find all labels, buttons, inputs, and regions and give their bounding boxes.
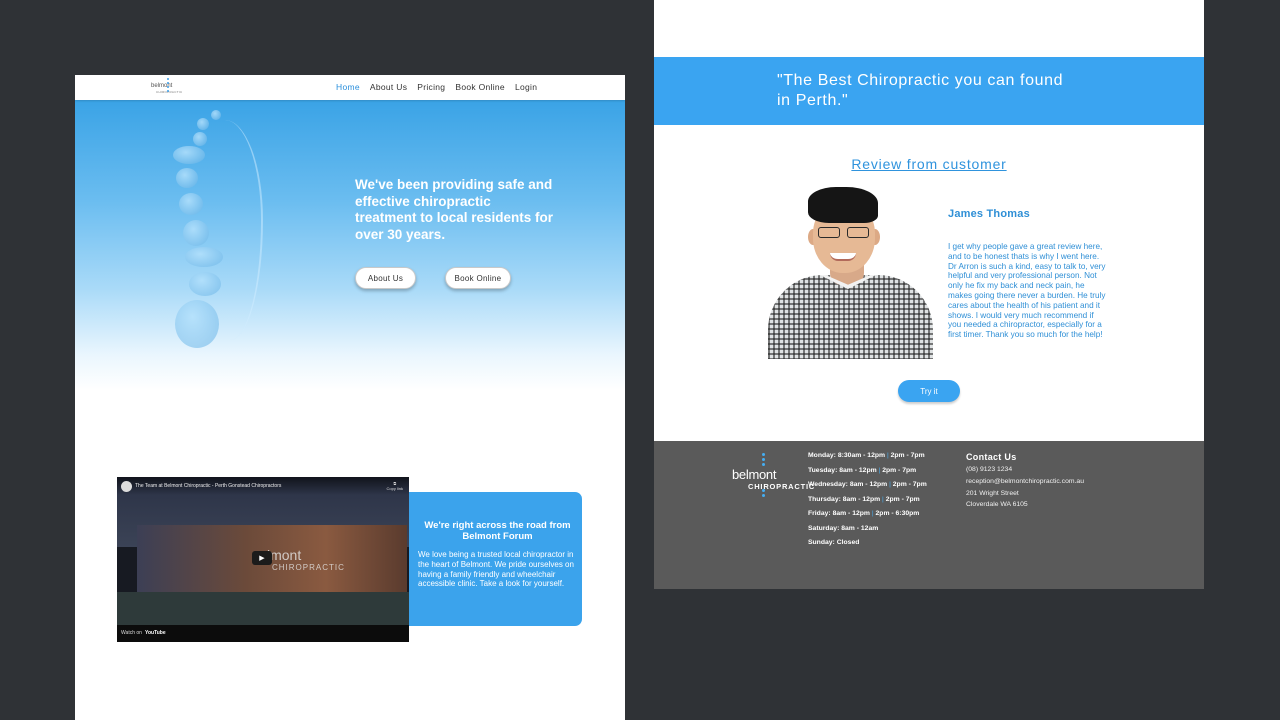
nav-menu: Home About Us Pricing Book Online Login <box>336 82 537 92</box>
play-icon[interactable]: ▶ <box>252 551 272 565</box>
nav-login[interactable]: Login <box>515 82 537 92</box>
contact-address-line1: 201 Wright Street <box>966 489 1019 497</box>
location-title: We're right across the road from Belmont… <box>424 520 571 542</box>
book-online-button[interactable]: Book Online <box>445 267 511 289</box>
hours-row: Saturday: 8am - 12am <box>808 524 879 532</box>
building-sign-word: lmont <box>267 547 302 563</box>
contact-block: Contact Us (08) 9123 1234 reception@belm… <box>966 452 1084 511</box>
building-sign-sub: CHIROPRACTIC <box>272 563 345 572</box>
opening-hours: Monday: 8:30am - 12pm | 2pm - 7pm Tuesda… <box>808 451 927 553</box>
footer-logo-sub: CHIROPRACTIC <box>748 482 816 491</box>
quote-banner: "The Best Chiropractic you can found in … <box>654 57 1204 125</box>
hours-row: Monday: 8:30am - 12pm | 2pm - 7pm <box>808 452 925 459</box>
footer-logo[interactable]: belmont CHIROPRACTIC <box>732 453 814 501</box>
youtube-logo[interactable]: YouTube <box>145 630 166 636</box>
homepage-mockup: belmont CHIROPRACTIC Home About Us Prici… <box>75 75 625 720</box>
spine-illustration-icon <box>171 110 263 348</box>
reviewer-name: James Thomas <box>948 208 1030 220</box>
review-heading[interactable]: Review from customer <box>654 156 1204 172</box>
nav-pricing[interactable]: Pricing <box>417 82 445 92</box>
reviewer-photo <box>768 187 933 359</box>
hours-row: Thursday: 8am - 12pm | 2pm - 7pm <box>808 495 920 503</box>
copy-link-button[interactable]: ⧉ Copy link <box>387 481 403 491</box>
hero-section: We've been providing safe and effective … <box>75 100 625 390</box>
hours-row: Friday: 8am - 12pm | 2pm - 6:30pm <box>808 510 920 517</box>
nav-about-us[interactable]: About Us <box>370 82 407 92</box>
contact-title: Contact Us <box>966 452 1017 462</box>
channel-avatar[interactable] <box>121 481 132 492</box>
location-info-card: We're right across the road from Belmont… <box>409 492 582 626</box>
embedded-video[interactable]: The Team at Belmont Chiropractic - Perth… <box>117 477 409 642</box>
about-us-button[interactable]: About Us <box>355 267 416 289</box>
contact-email[interactable]: reception@belmontchiropractic.com.au <box>966 476 1084 488</box>
hours-row: Tuesday: 8am - 12pm | 2pm - 7pm <box>808 466 917 474</box>
logo-dots-icon <box>167 78 171 96</box>
hours-row: Wednesday: 8am - 12pm | 2pm - 7pm <box>808 481 927 488</box>
site-footer: belmont CHIROPRACTIC Monday: 8:30am - 12… <box>654 441 1204 589</box>
location-body: We love being a trusted local chiropract… <box>418 550 574 589</box>
nav-home[interactable]: Home <box>336 82 360 92</box>
nav-book-online[interactable]: Book Online <box>455 82 505 92</box>
contact-phone[interactable]: (08) 9123 1234 <box>966 464 1084 476</box>
belmont-logo[interactable]: belmont CHIROPRACTIC <box>151 78 191 98</box>
quote-text: "The Best Chiropractic you can found in … <box>777 72 1064 109</box>
top-navigation: belmont CHIROPRACTIC Home About Us Prici… <box>75 75 625 100</box>
review-page-mockup: "The Best Chiropractic you can found in … <box>654 0 1204 589</box>
review-text: I get why people gave a great review her… <box>948 242 1106 340</box>
watch-on-label: Watch on <box>121 630 142 636</box>
hours-row: Sunday: Closed <box>808 539 860 546</box>
hero-headline: We've been providing safe and effective … <box>355 177 554 242</box>
try-it-button[interactable]: Try it <box>898 380 960 402</box>
contact-address-line2: Cloverdale WA 6105 <box>966 501 1028 509</box>
video-title[interactable]: The Team at Belmont Chiropractic - Perth… <box>135 483 281 489</box>
footer-logo-word: belmont <box>732 467 777 482</box>
copy-link-label: Copy link <box>386 486 403 491</box>
